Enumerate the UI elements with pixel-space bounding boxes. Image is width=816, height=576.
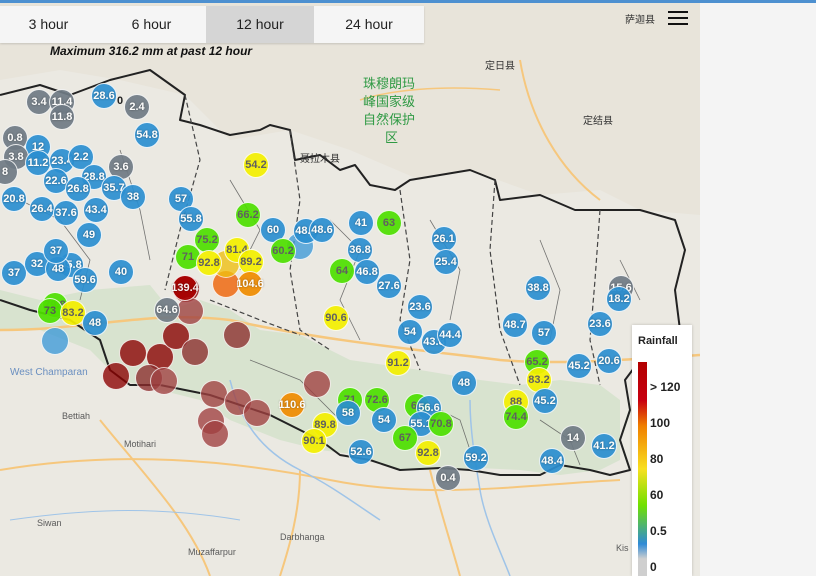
station-marker[interactable]: 38 bbox=[120, 184, 146, 210]
station-marker[interactable]: 2.4 bbox=[124, 94, 150, 120]
station-marker[interactable]: 110.6 bbox=[279, 392, 305, 418]
legend-label-120: > 120 bbox=[650, 380, 681, 394]
station-marker[interactable]: 40 bbox=[108, 259, 134, 285]
station-marker[interactable]: 48.4 bbox=[539, 448, 565, 474]
station-marker[interactable]: 66.2 bbox=[235, 202, 261, 228]
tab-12-hour[interactable]: 12 hour bbox=[206, 6, 314, 43]
station-marker[interactable]: 20.6 bbox=[596, 348, 622, 374]
station-marker[interactable]: 54 bbox=[397, 319, 423, 345]
station-marker[interactable]: 54 bbox=[371, 407, 397, 433]
station-marker[interactable]: 11.8 bbox=[49, 104, 75, 130]
station-marker[interactable]: 26.8 bbox=[65, 176, 91, 202]
station-marker[interactable] bbox=[243, 399, 271, 427]
station-marker[interactable]: 90.6 bbox=[323, 305, 349, 331]
station-markers: 3.4 11.4 28.6 0 2.4 11.8 54.8 0.8 12 3.8 11.2 23.4 2… bbox=[0, 0, 700, 576]
station-marker[interactable]: 58 bbox=[335, 400, 361, 426]
station-marker[interactable]: 54.8 bbox=[134, 122, 160, 148]
station-marker[interactable] bbox=[176, 297, 204, 325]
tab-6-hour[interactable]: 6 hour bbox=[97, 6, 206, 43]
station-marker[interactable]: 0.4 bbox=[435, 465, 461, 491]
station-marker[interactable]: 23.6 bbox=[407, 294, 433, 320]
rainfall-legend: Rainfall > 120 100 80 60 0.5 0 bbox=[632, 325, 692, 576]
top-accent-line bbox=[0, 0, 816, 3]
station-marker[interactable]: 92.8 bbox=[196, 250, 222, 276]
station-marker[interactable]: 54.2 bbox=[243, 152, 269, 178]
station-marker[interactable]: 41.2 bbox=[591, 433, 617, 459]
tab-3-hour[interactable]: 3 hour bbox=[0, 6, 97, 43]
station-marker[interactable]: 64 bbox=[329, 258, 355, 284]
station-marker[interactable]: 18.2 bbox=[606, 286, 632, 312]
legend-label-0: 0 bbox=[650, 560, 657, 574]
maximum-rainfall-note: Maximum 316.2 mm at past 12 hour bbox=[50, 44, 253, 58]
period-tabs: 3 hour 6 hour 12 hour 24 hour bbox=[0, 6, 424, 43]
station-marker[interactable]: 14 bbox=[560, 425, 586, 451]
station-marker[interactable]: 92.8 bbox=[415, 440, 441, 466]
rainfall-map[interactable]: 珠穆朗玛 峰国家级 自然保护 区 萨迦县 定日县 定结县 聂拉木县 West C… bbox=[0, 0, 700, 576]
station-marker[interactable]: 63 bbox=[376, 210, 402, 236]
station-marker[interactable] bbox=[303, 370, 331, 398]
station-marker[interactable]: 37 bbox=[43, 238, 69, 264]
station-marker[interactable]: 64.6 bbox=[154, 297, 180, 323]
station-marker[interactable]: 60.2 bbox=[270, 238, 296, 264]
station-marker[interactable]: 20.8 bbox=[1, 186, 27, 212]
station-marker[interactable]: 26.4 bbox=[29, 196, 55, 222]
station-marker[interactable]: 49 bbox=[76, 222, 102, 248]
station-marker[interactable] bbox=[41, 327, 69, 355]
station-marker[interactable]: 59.2 bbox=[463, 445, 489, 471]
station-marker[interactable]: 104.6 bbox=[236, 271, 264, 297]
station-marker[interactable]: 74.4 bbox=[503, 404, 529, 430]
station-marker[interactable]: 41 bbox=[348, 210, 374, 236]
station-marker[interactable]: 67 bbox=[392, 425, 418, 451]
station-marker[interactable] bbox=[181, 338, 209, 366]
station-marker[interactable]: 48.7 bbox=[502, 312, 528, 338]
station-marker[interactable]: 52.6 bbox=[348, 439, 374, 465]
station-marker[interactable]: 70.8 bbox=[428, 411, 454, 437]
legend-label-0-5: 0.5 bbox=[650, 524, 667, 538]
station-marker[interactable]: 45.2 bbox=[566, 353, 592, 379]
station-marker[interactable]: 139.4 bbox=[171, 275, 199, 301]
station-marker[interactable]: 37.6 bbox=[53, 200, 79, 226]
station-marker[interactable]: 48 bbox=[451, 370, 477, 396]
station-marker[interactable]: 45.2 bbox=[532, 388, 558, 414]
legend-color-bar bbox=[638, 362, 647, 576]
legend-label-60: 60 bbox=[650, 488, 664, 502]
station-marker[interactable]: 90.1 bbox=[301, 428, 327, 454]
legend-title: Rainfall bbox=[638, 335, 678, 347]
station-marker[interactable] bbox=[150, 367, 178, 395]
tab-24-hour[interactable]: 24 hour bbox=[314, 6, 424, 43]
legend-label-100: 100 bbox=[650, 416, 671, 430]
station-marker[interactable]: 44.4 bbox=[437, 322, 463, 348]
station-marker[interactable]: 48 bbox=[82, 310, 108, 336]
station-marker[interactable]: 27.6 bbox=[376, 273, 402, 299]
station-marker[interactable]: 91.2 bbox=[385, 350, 411, 376]
legend-label-80: 80 bbox=[650, 452, 664, 466]
station-marker[interactable] bbox=[223, 321, 251, 349]
station-marker[interactable]: 38.8 bbox=[525, 275, 551, 301]
hamburger-menu-icon[interactable] bbox=[668, 11, 688, 27]
station-marker[interactable] bbox=[201, 420, 229, 448]
station-marker[interactable] bbox=[119, 339, 147, 367]
station-marker[interactable]: 57 bbox=[531, 320, 557, 346]
station-marker[interactable]: 23.6 bbox=[587, 311, 613, 337]
right-panel-strip bbox=[700, 0, 816, 576]
station-marker[interactable]: 48.6 bbox=[309, 217, 335, 243]
station-marker[interactable]: 25.4 bbox=[433, 249, 459, 275]
station-marker[interactable] bbox=[102, 362, 130, 390]
station-marker[interactable]: 43.4 bbox=[83, 197, 109, 223]
station-marker[interactable]: 59.6 bbox=[72, 267, 98, 293]
